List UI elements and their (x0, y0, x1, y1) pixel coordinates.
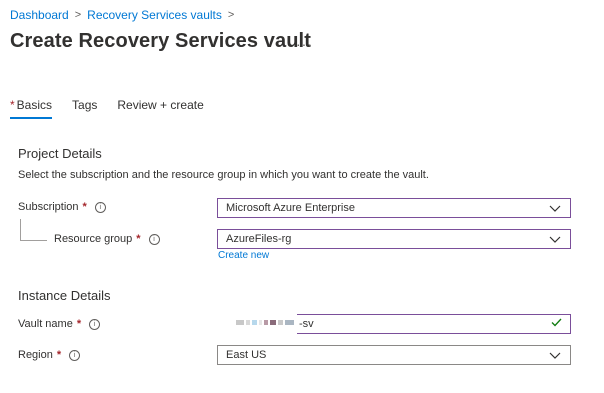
chevron-down-icon (548, 203, 562, 213)
subscription-dropdown[interactable]: Microsoft Azure Enterprise (217, 198, 571, 218)
required-marker: * (10, 98, 15, 112)
redacted-vault-name-prefix (236, 320, 294, 325)
tab-basics-label: Basics (16, 98, 53, 112)
info-circle-icon[interactable]: i (148, 233, 160, 245)
vault-name-value: -sv (299, 318, 314, 330)
chevron-right-icon: > (74, 9, 82, 21)
breadcrumb-recovery-vaults-link[interactable]: Recovery Services vaults (87, 8, 222, 22)
vault-name-label-text: Vault name (18, 318, 73, 330)
tree-connector-horizontal (20, 240, 47, 241)
project-details-heading: Project Details (18, 146, 102, 161)
region-label: Region * i (18, 349, 81, 361)
resource-group-label-text: Resource group (54, 233, 133, 245)
region-dropdown[interactable]: East US (217, 345, 571, 365)
instance-details-heading: Instance Details (18, 288, 111, 303)
create-new-resource-group-link[interactable]: Create new (218, 250, 269, 261)
required-marker: * (76, 318, 82, 330)
region-label-text: Region (18, 349, 53, 361)
chevron-down-icon (548, 350, 562, 360)
subscription-label: Subscription * i (18, 201, 106, 213)
info-circle-icon[interactable]: i (94, 201, 106, 213)
info-circle-icon[interactable]: i (89, 318, 101, 330)
tree-connector-vertical (20, 219, 21, 241)
tab-review-create-label: Review + create (117, 98, 204, 112)
tab-tags-label: Tags (72, 98, 98, 112)
required-marker: * (136, 233, 141, 245)
checkmark-icon (551, 318, 562, 330)
resource-group-value: AzureFiles-rg (226, 233, 292, 245)
resource-group-label: Resource group * i (54, 233, 160, 245)
breadcrumb: Dashboard > Recovery Services vaults > (10, 8, 234, 22)
chevron-down-icon (548, 234, 562, 244)
info-circle-icon[interactable]: i (69, 349, 81, 361)
project-details-description: Select the subscription and the resource… (18, 169, 429, 181)
subscription-value: Microsoft Azure Enterprise (226, 202, 355, 214)
chevron-right-icon: > (227, 9, 235, 21)
vault-name-label: Vault name * i (18, 318, 101, 330)
tab-review-create[interactable]: Review + create (117, 98, 203, 119)
tab-tags[interactable]: Tags (72, 98, 97, 119)
tab-bar: * Basics Tags Review + create (10, 98, 204, 119)
tab-basics[interactable]: * Basics (10, 98, 53, 119)
page-title: Create Recovery Services vault (10, 30, 311, 52)
required-marker: * (82, 201, 87, 213)
more-options-icon[interactable]: ··· (296, 36, 313, 52)
subscription-label-text: Subscription (18, 201, 79, 213)
region-value: East US (226, 349, 267, 361)
required-marker: * (56, 349, 62, 361)
resource-group-dropdown[interactable]: AzureFiles-rg (217, 229, 571, 249)
vault-name-input[interactable]: -sv (297, 314, 571, 334)
breadcrumb-dashboard-link[interactable]: Dashboard (10, 8, 69, 22)
